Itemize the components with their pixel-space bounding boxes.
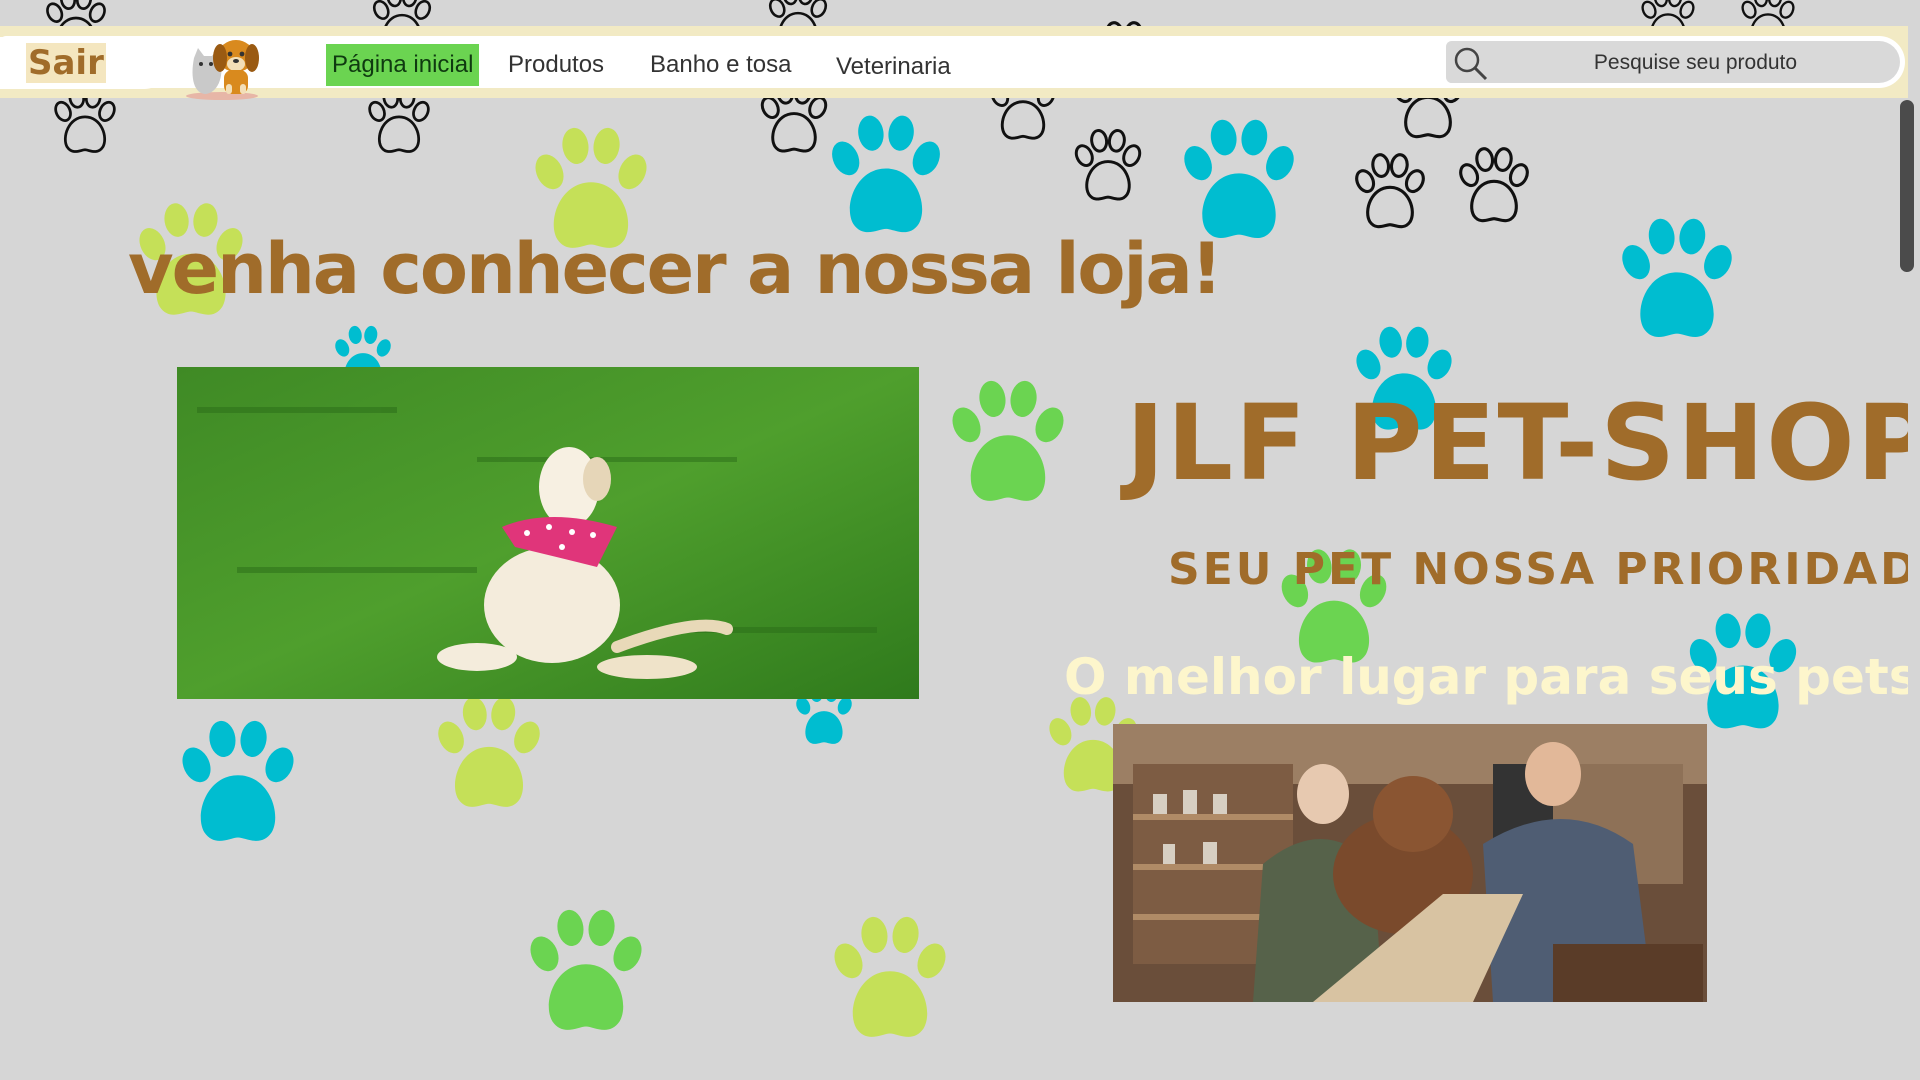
nav-veterinary[interactable]: Veterinaria: [830, 46, 957, 88]
brand-title: JLF PET-SHOP: [1126, 382, 1920, 504]
puppy-on-grass-photo: [177, 367, 919, 699]
search-input[interactable]: [1496, 41, 1895, 85]
nav-grooming[interactable]: Banho e tosa: [644, 44, 797, 86]
paw-lime-icon: [420, 690, 558, 818]
paw-green-icon: [516, 898, 656, 1046]
search-icon[interactable]: [1450, 43, 1490, 83]
paw-outline-icon: [1348, 150, 1432, 234]
nav-products[interactable]: Produtos: [502, 44, 610, 86]
logout-button[interactable]: Sair: [0, 37, 170, 89]
page-headline: venha conhecer a nossa loja!: [128, 228, 1223, 310]
paw-lime-icon: [820, 904, 960, 1054]
paw-outline-icon: [1452, 144, 1536, 228]
paw-green-icon: [938, 372, 1078, 514]
brand-tagline: SEU PET NOSSA PRIORIDADE: [1168, 544, 1920, 595]
logout-label: Sair: [26, 43, 106, 83]
nav-home[interactable]: Página inicial: [326, 44, 480, 86]
people-with-dog-in-petshop-photo: [1113, 724, 1707, 1002]
brand-subtagline: O melhor lugar para seus pets !: [1064, 648, 1920, 706]
paw-teal-icon: [1608, 206, 1746, 354]
paw-outline-icon: [1066, 126, 1150, 206]
paw-teal-icon: [168, 708, 308, 858]
scrollbar-thumb[interactable]: [1900, 100, 1914, 272]
dog-and-cat-logo-icon: [180, 28, 264, 100]
search-bar: [1446, 41, 1900, 85]
